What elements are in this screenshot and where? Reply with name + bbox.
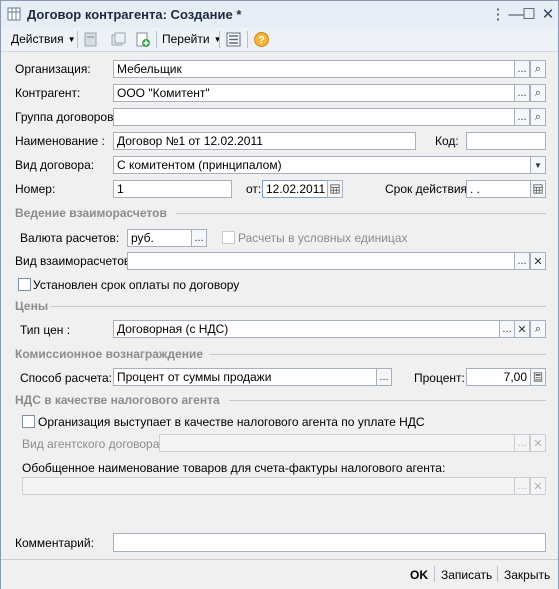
structure-icon[interactable] xyxy=(225,31,242,48)
payment-term-label: Установлен срок оплаты по договору xyxy=(33,278,240,292)
payment-term-checkbox[interactable] xyxy=(18,278,31,291)
percent-input[interactable]: 7,00 xyxy=(466,368,531,386)
search-icon[interactable]: ⌕ xyxy=(530,84,546,102)
add-copy-icon[interactable] xyxy=(134,31,151,48)
contract-window: Договор контрагента: Создание * ⋮ — ☐ ✕ … xyxy=(0,0,559,589)
counterparty-label: Контрагент: xyxy=(15,86,81,100)
settlement-kind-input[interactable] xyxy=(127,252,515,270)
section-divider xyxy=(51,306,546,307)
calendar-icon[interactable] xyxy=(327,180,343,198)
contract-group-select-button[interactable]: ... xyxy=(514,108,530,126)
agent-contract-label: Вид агентского договора: xyxy=(22,437,163,451)
percent-label: Процент: xyxy=(414,371,465,385)
post-document-icon[interactable] xyxy=(82,31,99,48)
calendar-icon[interactable] xyxy=(530,180,546,198)
clear-icon[interactable]: ✕ xyxy=(514,320,530,338)
code-label: Код: xyxy=(435,134,459,148)
currency-select-button[interactable]: ... xyxy=(191,229,207,247)
currency-input[interactable]: руб. xyxy=(127,229,192,247)
conditional-units-label: Расчеты в условных единицах xyxy=(238,231,408,245)
price-type-input[interactable]: Договорная (с НДС) xyxy=(113,320,500,338)
date-input[interactable]: 12.02.2011 xyxy=(262,180,328,198)
settlement-kind-select-button[interactable]: ... xyxy=(514,252,530,270)
goto-label: Перейти xyxy=(162,32,210,46)
organization-select-button[interactable]: ... xyxy=(514,60,530,78)
chevron-down-icon: ▼ xyxy=(213,34,222,44)
chevron-down-icon[interactable]: ▼ xyxy=(530,156,546,174)
section-settlements: Ведение взаиморасчетов xyxy=(15,206,167,220)
copy-icon[interactable] xyxy=(110,31,127,48)
goods-name-select-button: ... xyxy=(514,477,530,495)
calc-method-label: Способ расчета: xyxy=(20,371,112,385)
clear-icon: ✕ xyxy=(530,434,546,452)
window-title: Договор контрагента: Создание * xyxy=(27,7,242,22)
form-icon xyxy=(7,7,21,21)
clear-icon: ✕ xyxy=(530,477,546,495)
calc-method-input[interactable]: Процент от суммы продажи xyxy=(113,368,377,386)
name-label: Наименование : xyxy=(15,134,105,148)
price-type-label: Тип цен : xyxy=(20,323,71,337)
section-divider xyxy=(229,400,546,401)
actions-label: Действия xyxy=(11,32,64,46)
comment-input[interactable] xyxy=(113,533,546,552)
maximize-button[interactable]: ☐ xyxy=(519,4,539,24)
organization-label: Организация: xyxy=(15,62,91,76)
toolbar-divider xyxy=(219,31,220,48)
search-icon[interactable]: ⌕ xyxy=(530,108,546,126)
counterparty-select-button[interactable]: ... xyxy=(514,84,530,102)
name-input[interactable]: Договор №1 от 12.02.2011 xyxy=(113,132,416,150)
contract-group-label: Группа договоров: xyxy=(15,110,117,124)
actions-menu-button[interactable]: Действия ▼ xyxy=(11,30,76,48)
code-input[interactable] xyxy=(466,132,546,150)
chevron-down-icon: ▼ xyxy=(67,34,76,44)
vat-agent-label: Организация выступает в качестве налогов… xyxy=(38,415,425,429)
title-bar: Договор контрагента: Создание * ⋮ — ☐ ✕ xyxy=(1,1,558,29)
validity-input[interactable]: . . xyxy=(466,180,531,198)
section-prices: Цены xyxy=(15,299,49,313)
date-from-label: от: xyxy=(246,182,262,196)
agent-contract-input xyxy=(159,434,515,452)
footer-divider xyxy=(434,566,435,582)
calculator-icon[interactable] xyxy=(530,368,546,386)
vat-agent-checkbox[interactable] xyxy=(22,415,35,428)
toolbar-divider xyxy=(247,31,248,48)
search-icon[interactable]: ⌕ xyxy=(530,320,546,338)
goto-menu-button[interactable]: Перейти ▼ xyxy=(162,30,221,48)
number-input[interactable]: 1 xyxy=(113,180,232,198)
close-window-button[interactable]: ✕ xyxy=(538,4,558,24)
toolbar-divider xyxy=(156,31,157,48)
currency-label: Валюта расчетов: xyxy=(20,231,120,245)
contract-kind-select[interactable]: С комитентом (принципалом) xyxy=(113,156,531,174)
contract-kind-label: Вид договора: xyxy=(15,158,95,172)
goods-name-input xyxy=(22,477,515,495)
calc-method-select-button[interactable]: ... xyxy=(376,368,392,386)
help-icon[interactable]: ? xyxy=(253,31,270,48)
svg-text:?: ? xyxy=(258,35,265,47)
organization-input[interactable]: Мебельщик xyxy=(113,60,515,78)
ok-button[interactable]: OK xyxy=(410,568,428,582)
section-divider xyxy=(209,354,546,355)
close-button[interactable]: Закрыть xyxy=(504,568,550,582)
goods-name-label: Обобщенное наименование товаров для счет… xyxy=(22,461,446,475)
contract-group-input[interactable] xyxy=(113,108,515,126)
agent-contract-select-button: ... xyxy=(514,434,530,452)
counterparty-input[interactable]: ООО "Комитент" xyxy=(113,84,515,102)
save-button[interactable]: Записать xyxy=(441,568,492,582)
number-label: Номер: xyxy=(15,182,56,196)
section-vat-agent: НДС в качестве налогового агента xyxy=(15,393,220,407)
comment-label: Комментарий: xyxy=(15,536,94,550)
settlement-kind-label: Вид взаиморасчетов: xyxy=(15,254,134,268)
price-type-select-button[interactable]: ... xyxy=(499,320,515,338)
validity-label: Срок действия: xyxy=(385,182,471,196)
section-commission: Комиссионное вознаграждение xyxy=(15,347,204,361)
conditional-units-checkbox[interactable] xyxy=(222,231,235,244)
clear-icon[interactable]: ✕ xyxy=(530,252,546,270)
toolbar-divider xyxy=(77,31,78,48)
section-divider xyxy=(176,213,546,214)
toolbar: Действия ▼ Перейти ▼ ? xyxy=(1,28,558,52)
footer-bar: OK Записать Закрыть xyxy=(1,559,558,589)
more-options-icon[interactable]: ⋮ xyxy=(488,4,508,24)
footer-divider xyxy=(497,566,498,582)
search-icon[interactable]: ⌕ xyxy=(530,60,546,78)
